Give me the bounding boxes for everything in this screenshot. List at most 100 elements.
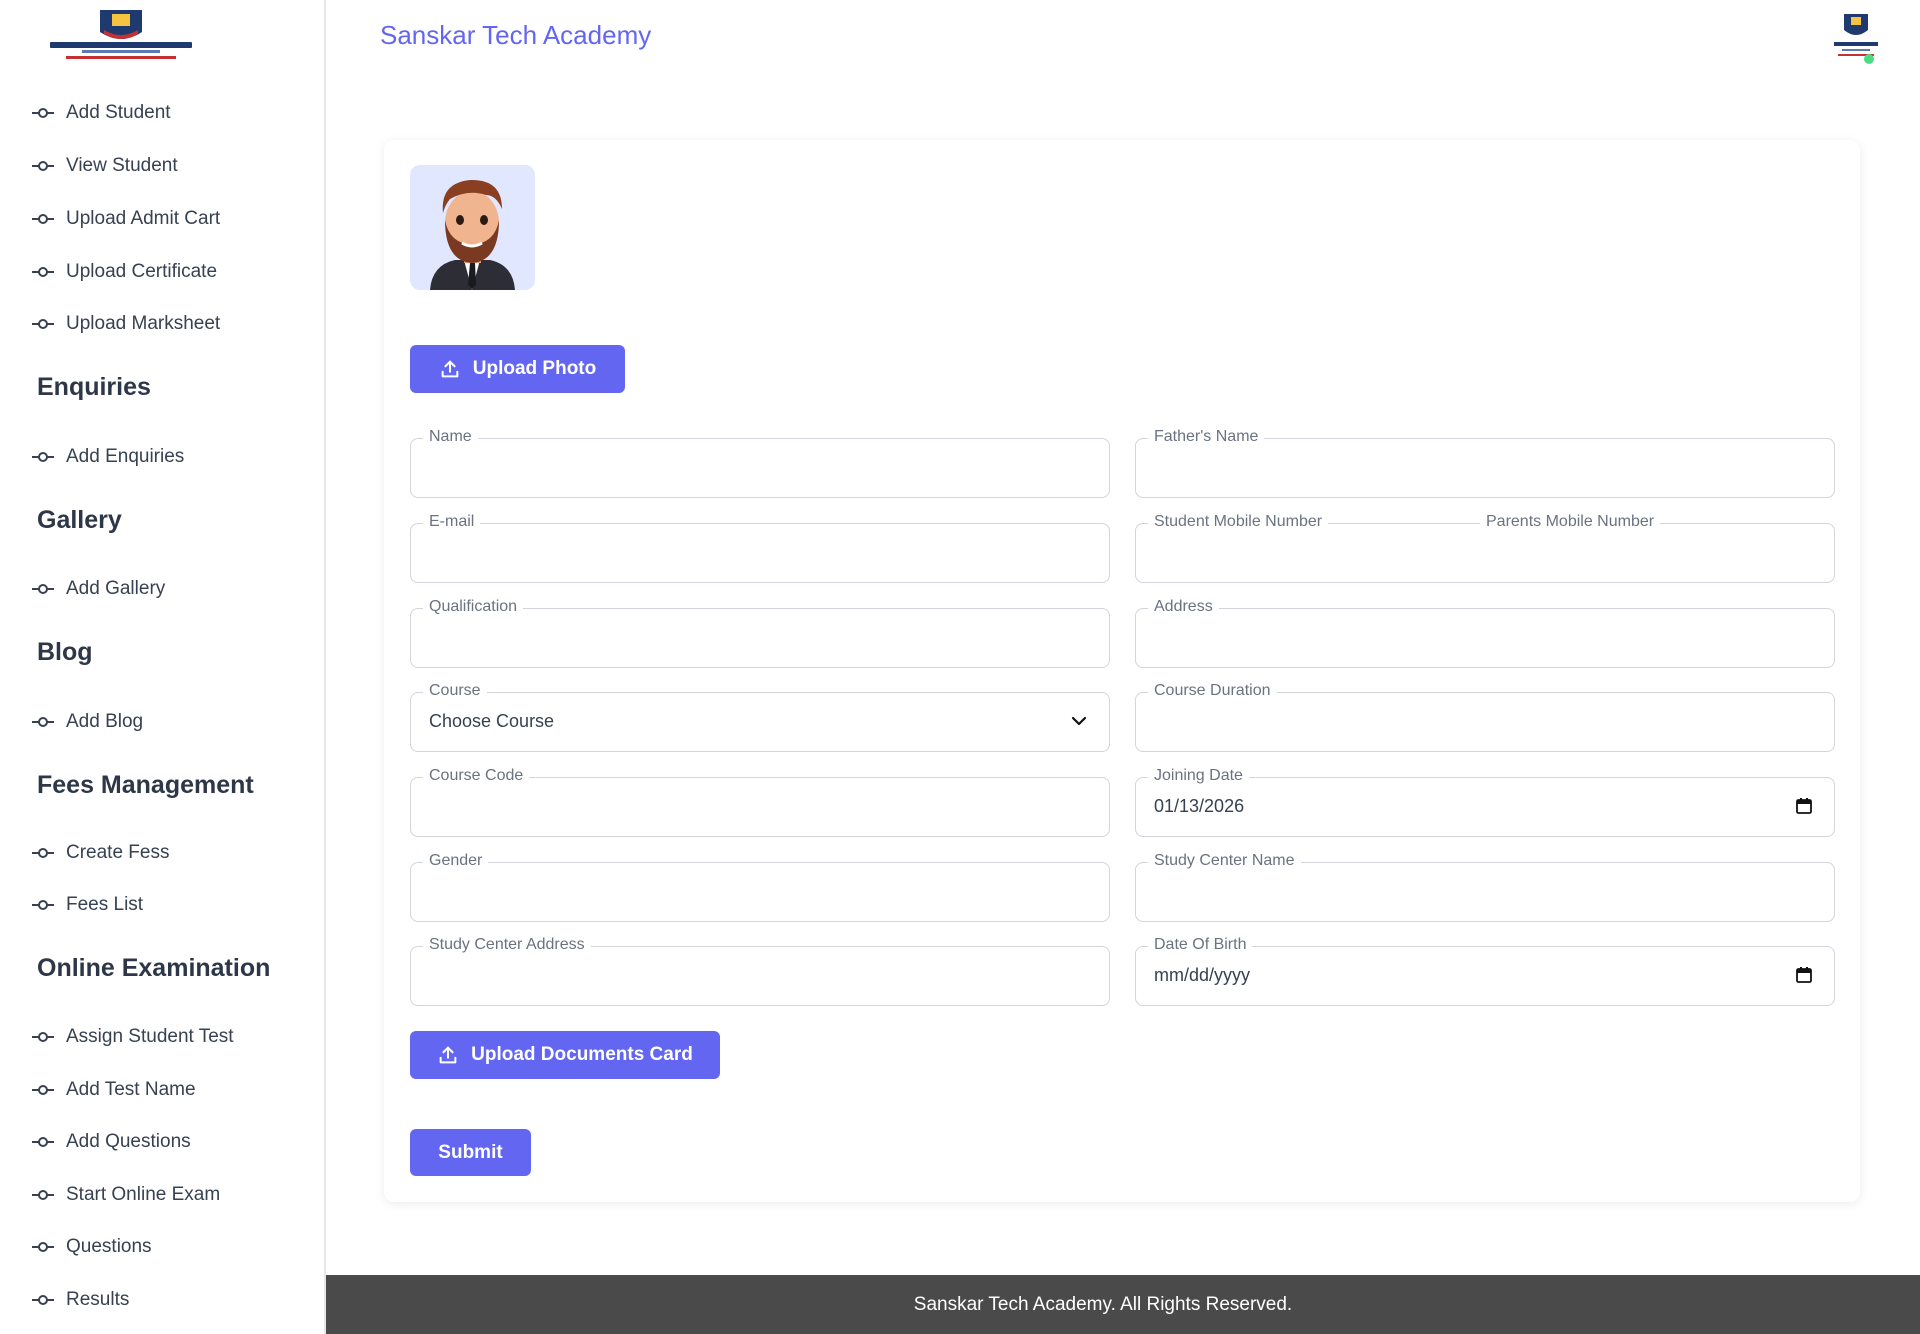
address-label: Address xyxy=(1148,598,1219,616)
upload-icon xyxy=(439,1046,457,1064)
bullet-icon xyxy=(32,898,54,912)
sidebar-item-upload-marksheet[interactable]: Upload Marksheet xyxy=(32,309,220,339)
submit-label: Submit xyxy=(438,1141,503,1163)
sidebar: Add Student View Student Upload Admit Ca… xyxy=(0,0,326,1334)
mobile-numbers-field[interactable]: Student Mobile Number Parents Mobile Num… xyxy=(1135,513,1835,583)
sidebar-item-add-student[interactable]: Add Student xyxy=(32,98,171,128)
course-label: Course xyxy=(423,682,487,700)
sidebar-item-label: Results xyxy=(66,1289,130,1310)
sidebar-item-label: Add Enquiries xyxy=(66,446,185,467)
sidebar-item-label: Add Blog xyxy=(66,711,144,732)
profile-avatar[interactable] xyxy=(1826,12,1886,66)
gender-label: Gender xyxy=(423,852,489,870)
sidebar-heading-fees: Fees Management xyxy=(37,771,254,799)
sidebar-item-label: Upload Marksheet xyxy=(66,313,221,334)
online-status-indicator xyxy=(1864,54,1874,64)
course-duration-field[interactable]: Course Duration xyxy=(1135,682,1835,752)
name-field[interactable]: Name xyxy=(410,428,1110,498)
calendar-icon[interactable] xyxy=(1794,965,1814,985)
course-select[interactable]: Course Choose Course xyxy=(410,682,1110,752)
date-of-birth-label: Date Of Birth xyxy=(1148,936,1253,954)
sidebar-item-label: Upload Certificate xyxy=(66,261,218,282)
calendar-icon[interactable] xyxy=(1794,796,1814,816)
student-photo-preview xyxy=(410,165,535,290)
submit-button[interactable]: Submit xyxy=(410,1129,531,1176)
qualification-field[interactable]: Qualification xyxy=(410,598,1110,668)
avatar-illustration xyxy=(430,179,515,290)
sidebar-heading-gallery: Gallery xyxy=(37,506,122,534)
sidebar-item-create-fess[interactable]: Create Fess xyxy=(32,838,169,868)
footer-copyright: Sanskar Tech Academy. All Rights Reserve… xyxy=(913,1293,1293,1315)
gender-field[interactable]: Gender xyxy=(410,852,1110,922)
bullet-icon xyxy=(32,159,54,173)
footer: Sanskar Tech Academy. All Rights Reserve… xyxy=(326,1275,1920,1334)
sidebar-item-label: Questions xyxy=(66,1236,152,1257)
course-value: Choose Course xyxy=(429,711,555,731)
sidebar-item-add-enquiries[interactable]: Add Enquiries xyxy=(32,442,184,472)
name-label: Name xyxy=(423,428,478,446)
sidebar-item-upload-admit-cart[interactable]: Upload Admit Cart xyxy=(32,204,220,234)
bullet-icon xyxy=(32,212,54,226)
email-label: E-mail xyxy=(423,513,481,531)
sidebar-item-label: Upload Admit Cart xyxy=(66,208,221,229)
sidebar-item-label: View Student xyxy=(66,155,178,176)
joining-date-field[interactable]: Joining Date 01/13/2026 xyxy=(1135,767,1835,837)
sidebar-item-view-student[interactable]: View Student xyxy=(32,151,178,181)
sidebar-item-label: Start Online Exam xyxy=(66,1184,221,1205)
fathers-name-field[interactable]: Father's Name xyxy=(1135,428,1835,498)
sidebar-item-assign-student-test[interactable]: Assign Student Test xyxy=(32,1022,234,1052)
sidebar-item-results[interactable]: Results xyxy=(32,1285,129,1315)
course-code-field[interactable]: Course Code xyxy=(410,767,1110,837)
bullet-icon xyxy=(32,1083,54,1097)
bullet-icon xyxy=(32,1188,54,1202)
study-center-name-label: Study Center Name xyxy=(1148,852,1301,870)
brand-title[interactable]: Sanskar Tech Academy xyxy=(380,20,651,51)
sidebar-item-fees-list[interactable]: Fees List xyxy=(32,890,143,920)
bullet-icon xyxy=(32,582,54,596)
date-of-birth-field[interactable]: Date Of Birth mm/dd/yyyy xyxy=(1135,936,1835,1006)
sidebar-item-add-questions[interactable]: Add Questions xyxy=(32,1127,191,1157)
bullet-icon xyxy=(32,1293,54,1307)
bullet-icon xyxy=(32,450,54,464)
sidebar-item-add-blog[interactable]: Add Blog xyxy=(32,707,143,737)
bullet-icon xyxy=(32,1135,54,1149)
upload-documents-label: Upload Documents Card xyxy=(471,1044,693,1065)
sidebar-item-label: Add Test Name xyxy=(66,1079,196,1100)
sidebar-item-add-test-name[interactable]: Add Test Name xyxy=(32,1075,196,1105)
bullet-icon xyxy=(32,846,54,860)
course-duration-label: Course Duration xyxy=(1148,682,1277,700)
sidebar-item-label: Create Fess xyxy=(66,842,170,863)
date-of-birth-value: mm/dd/yyyy xyxy=(1154,965,1251,985)
bullet-icon xyxy=(32,265,54,279)
chevron-down-icon xyxy=(1071,716,1087,726)
sidebar-item-questions[interactable]: Questions xyxy=(32,1232,152,1262)
bullet-icon xyxy=(32,1030,54,1044)
sidebar-heading-blog: Blog xyxy=(37,638,93,666)
address-field[interactable]: Address xyxy=(1135,598,1835,668)
sidebar-item-label: Add Gallery xyxy=(66,578,166,599)
upload-documents-button[interactable]: Upload Documents Card xyxy=(410,1031,720,1079)
student-mobile-label: Student Mobile Number xyxy=(1148,513,1329,531)
study-center-address-field[interactable]: Study Center Address xyxy=(410,936,1110,1006)
study-center-name-field[interactable]: Study Center Name xyxy=(1135,852,1835,922)
academy-logo[interactable] xyxy=(30,6,212,68)
bullet-icon xyxy=(32,317,54,331)
upload-photo-button[interactable]: Upload Photo xyxy=(410,345,625,393)
email-field[interactable]: E-mail xyxy=(410,513,1110,583)
sidebar-item-add-gallery[interactable]: Add Gallery xyxy=(32,574,165,604)
sidebar-heading-online-exam: Online Examination xyxy=(37,954,271,982)
parents-mobile-label: Parents Mobile Number xyxy=(1480,513,1661,531)
fathers-name-label: Father's Name xyxy=(1148,428,1265,446)
sidebar-item-label: Assign Student Test xyxy=(66,1026,234,1047)
sidebar-item-upload-certificate[interactable]: Upload Certificate xyxy=(32,257,217,287)
qualification-label: Qualification xyxy=(423,598,524,616)
course-code-label: Course Code xyxy=(423,767,530,785)
joining-date-label: Joining Date xyxy=(1148,767,1249,785)
upload-icon xyxy=(441,360,459,378)
bullet-icon xyxy=(32,106,54,120)
study-center-address-label: Study Center Address xyxy=(423,936,591,954)
joining-date-value: 01/13/2026 xyxy=(1154,796,1245,816)
bullet-icon xyxy=(32,715,54,729)
sidebar-item-start-online-exam[interactable]: Start Online Exam xyxy=(32,1180,220,1210)
sidebar-heading-enquiries: Enquiries xyxy=(37,373,151,401)
